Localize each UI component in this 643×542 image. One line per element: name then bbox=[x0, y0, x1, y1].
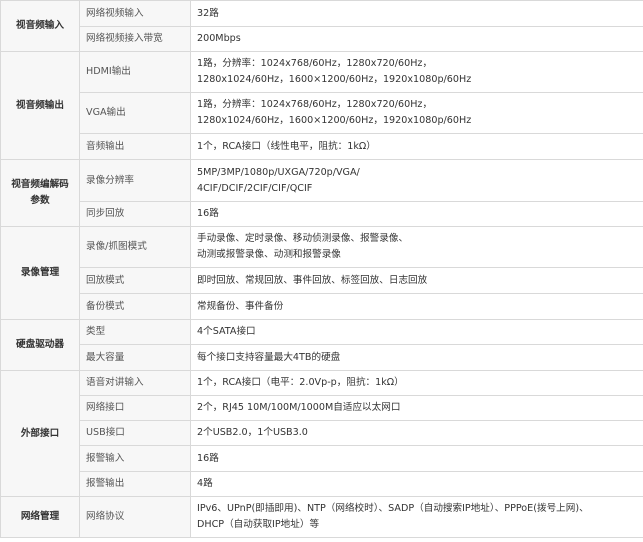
table-row: 硬盘驱动器 类型 4个SATA接口 bbox=[0, 319, 643, 371]
param-value: 200Mbps bbox=[190, 26, 643, 52]
table-row: 报警输出 4路 bbox=[1, 471, 643, 497]
table-row: USB接口 2个USB2.0，1个USB3.0 bbox=[1, 420, 643, 446]
param-name: 网络协议 bbox=[79, 496, 191, 538]
table-row: 音频输出 1个，RCA接口（线性电平，阻抗：1kΩ） bbox=[1, 133, 643, 160]
param-name: 录像/抓图模式 bbox=[79, 226, 191, 268]
table-row: 备份模式 常规备份、事件备份 bbox=[1, 293, 643, 320]
category-cell: 录像管理 bbox=[0, 226, 80, 320]
param-value: 5MP/3MP/1080p/UXGA/720p/VGA/4CIF/DCIF/2C… bbox=[190, 159, 643, 202]
category-cell: 硬盘驱动器 bbox=[0, 319, 80, 371]
param-value: 1个，RCA接口（线性电平，阻抗：1kΩ） bbox=[190, 133, 643, 160]
table-row: 视音频输出 HDMI输出 1路，分辨率：1024x768/60Hz，1280x7… bbox=[0, 51, 643, 160]
param-name: 录像分辨率 bbox=[79, 159, 191, 202]
param-name: VGA输出 bbox=[79, 92, 191, 134]
table-row: VGA输出 1路，分辨率：1024x768/60Hz，1280x720/60Hz… bbox=[1, 92, 643, 134]
param-value: IPv6、UPnP(即插即用)、NTP（网络校时）、SADP（自动搜索IP地址）… bbox=[190, 496, 643, 538]
param-value: 16路 bbox=[190, 201, 643, 227]
table-row: 最大容量 每个接口支持容量最大4TB的硬盘 bbox=[1, 344, 643, 371]
param-name: 报警输出 bbox=[79, 471, 191, 497]
param-name: 网络视频输入 bbox=[79, 0, 191, 27]
param-value: 16路 bbox=[190, 445, 643, 472]
category-cell: 视音频编解码参数 bbox=[0, 159, 80, 227]
param-value: 1路，分辨率：1024x768/60Hz，1280x720/60Hz， 1280x… bbox=[190, 51, 643, 93]
param-value: 32路 bbox=[190, 0, 643, 27]
param-name: 网络视频接入带宽 bbox=[79, 26, 191, 52]
table-row: 同步回放 16路 bbox=[1, 201, 643, 227]
param-name: 类型 bbox=[79, 319, 191, 345]
param-value: 2个，RJ45 10M/100M/1000M自适应以太网口 bbox=[190, 395, 643, 421]
param-name: 最大容量 bbox=[79, 344, 191, 371]
category-cell: 视音频输入 bbox=[0, 0, 80, 52]
param-value: 1个，RCA接口（电平：2.0Vp-p，阻抗：1kΩ） bbox=[190, 370, 643, 396]
param-name: 网络接口 bbox=[79, 395, 191, 421]
table-row: 录像管理 录像/抓图模式 手动录像、定时录像、移动侦测录像、报警录像、 动测或报警… bbox=[0, 226, 643, 320]
param-name: 语音对讲输入 bbox=[79, 370, 191, 396]
table-row: 网络接口 2个，RJ45 10M/100M/1000M自适应以太网口 bbox=[1, 395, 643, 421]
table-row: 回放模式 即时回放、常规回放、事件回放、标签回放、日志回放 bbox=[1, 267, 643, 294]
param-value: 每个接口支持容量最大4TB的硬盘 bbox=[190, 344, 643, 371]
param-name: 报警输入 bbox=[79, 445, 191, 472]
table-row: 外部接口 语音对讲输入 1个，RCA接口（电平：2.0Vp-p，阻抗：1kΩ） bbox=[0, 370, 643, 497]
table-row: 网络管理 网络协议 IPv6、UPnP(即插即用)、NTP（网络校时）、SADP… bbox=[0, 496, 643, 538]
param-value: 1路，分辨率：1024x768/60Hz，1280x720/60Hz， 1280x… bbox=[190, 92, 643, 134]
category-cell: 视音频输出 bbox=[0, 51, 80, 160]
param-value: 手动录像、定时录像、移动侦测录像、报警录像、 动测或报警录像、动测和报警录像 bbox=[190, 226, 643, 268]
param-value: 常规备份、事件备份 bbox=[190, 293, 643, 320]
table-row: 报警输入 16路 bbox=[1, 445, 643, 472]
spec-table: 视音频输入 网络视频输入 32路 网络视频接入带宽 200Mbps 视音频输出 … bbox=[0, 0, 643, 538]
category-cell: 网络管理 bbox=[0, 496, 80, 538]
category-cell: 外部接口 bbox=[0, 370, 80, 497]
table-row: 视音频输入 网络视频输入 32路 bbox=[0, 0, 643, 52]
param-value: 2个USB2.0，1个USB3.0 bbox=[190, 420, 643, 446]
param-name: 音频输出 bbox=[79, 133, 191, 160]
param-value: 4个SATA接口 bbox=[190, 319, 643, 345]
param-value: 即时回放、常规回放、事件回放、标签回放、日志回放 bbox=[190, 267, 643, 294]
param-value: 4路 bbox=[190, 471, 643, 497]
param-name: 同步回放 bbox=[79, 201, 191, 227]
param-name: 备份模式 bbox=[79, 293, 191, 320]
table-row: 视音频编解码参数 录像分辨率 5MP/3MP/1080p/UXGA/720p/V… bbox=[0, 159, 643, 227]
param-name: 回放模式 bbox=[79, 267, 191, 294]
param-name: USB接口 bbox=[79, 420, 191, 446]
table-row: 网络视频接入带宽 200Mbps bbox=[1, 26, 643, 52]
param-name: HDMI输出 bbox=[79, 51, 191, 93]
